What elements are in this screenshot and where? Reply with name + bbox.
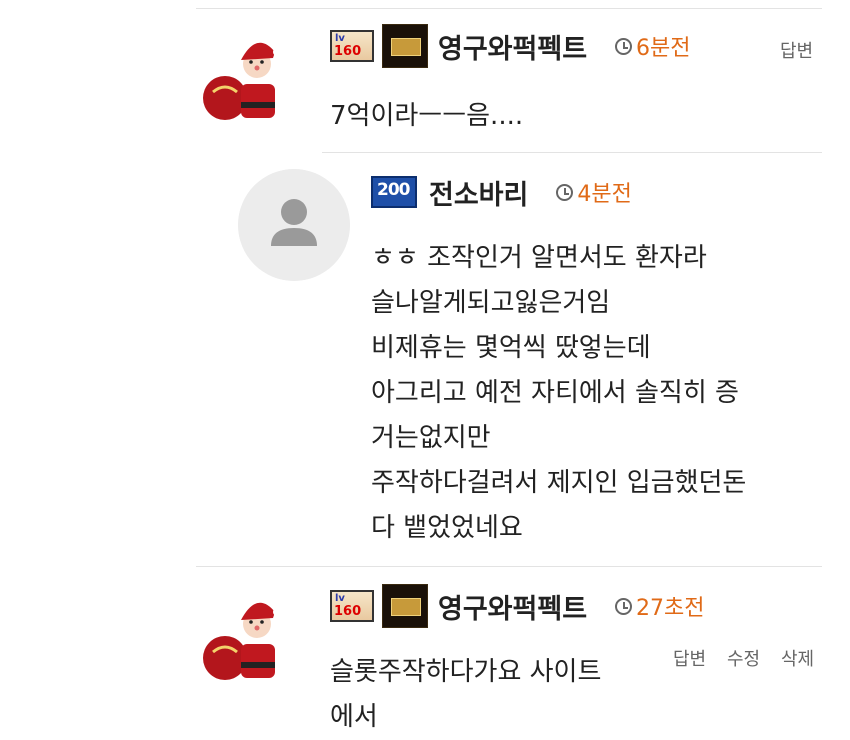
comment-time: 27초전 (615, 590, 705, 622)
avatar[interactable] (195, 22, 307, 134)
comment-header: lv 160 영구와퍽펙트 27초전 (330, 584, 705, 628)
divider-reply (322, 152, 822, 153)
avatar[interactable] (195, 582, 307, 694)
divider-bottom (196, 566, 822, 567)
edit-button[interactable]: 수정 (727, 645, 760, 671)
divider-top (196, 8, 822, 9)
comment-body: ㅎㅎ 조작인거 알면서도 환자라 슬나알게되고잃은거임 비제휴는 몇억씩 땄엏는… (371, 243, 747, 543)
rank-badge (382, 24, 428, 68)
level-badge: lv 160 (330, 590, 374, 622)
level-badge: lv 160 (330, 30, 374, 62)
santa-avatar-icon (195, 582, 307, 694)
reply-button[interactable]: 답변 (673, 645, 706, 671)
comment-time: 6분전 (615, 30, 691, 62)
author-name[interactable]: 영구와퍽펙트 (438, 587, 587, 626)
person-icon (238, 169, 350, 281)
author-name[interactable]: 전소바리 (429, 173, 528, 212)
author-name[interactable]: 영구와퍽펙트 (438, 27, 587, 66)
level-badge: 200 (371, 176, 417, 208)
clock-icon (615, 37, 633, 55)
avatar[interactable] (238, 169, 350, 281)
clock-icon (615, 597, 633, 615)
clock-icon (556, 183, 574, 201)
rank-badge (382, 584, 428, 628)
delete-button[interactable]: 삭제 (781, 645, 814, 671)
comment-header: 200 전소바리 4분전 (371, 170, 632, 214)
santa-avatar-icon (195, 22, 307, 134)
comment-body: 슬롯주작하다가요 사이트 에서 (330, 657, 602, 732)
reply-button[interactable]: 답변 (780, 37, 813, 63)
comment-header: lv 160 영구와퍽펙트 6분전 (330, 24, 691, 68)
comment-body: 7억이라ㅡㅡ음.... (330, 101, 524, 131)
comment-time: 4분전 (556, 176, 632, 208)
